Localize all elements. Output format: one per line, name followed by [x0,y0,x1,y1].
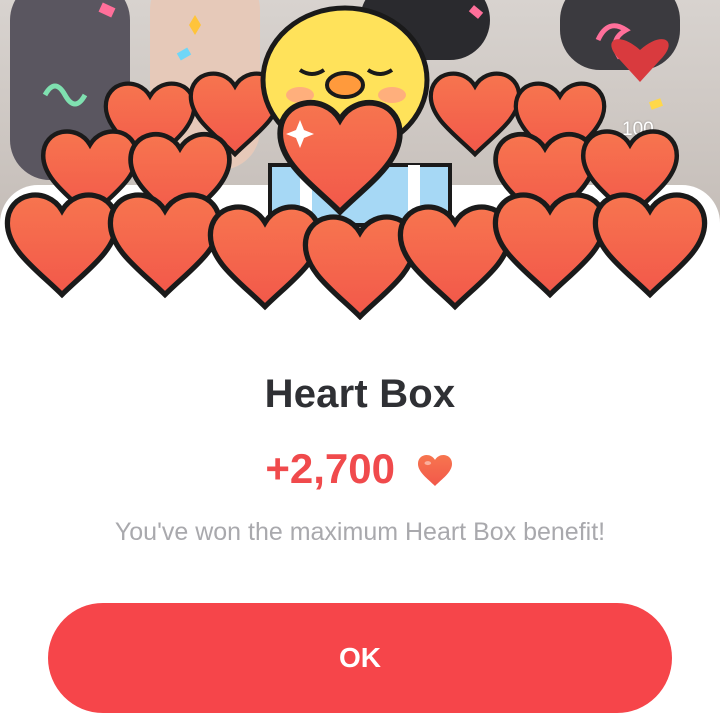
dialog-description: You've won the maximum Heart Box benefit… [114,518,606,546]
reward-amount-row: +2,700 [0,442,720,493]
heart-box-illustration [0,5,720,320]
heart-icon [417,454,452,486]
reward-amount: +2,700 [265,444,395,492]
ok-button[interactable]: OK [48,603,672,713]
dialog-title: Heart Box [264,372,456,416]
